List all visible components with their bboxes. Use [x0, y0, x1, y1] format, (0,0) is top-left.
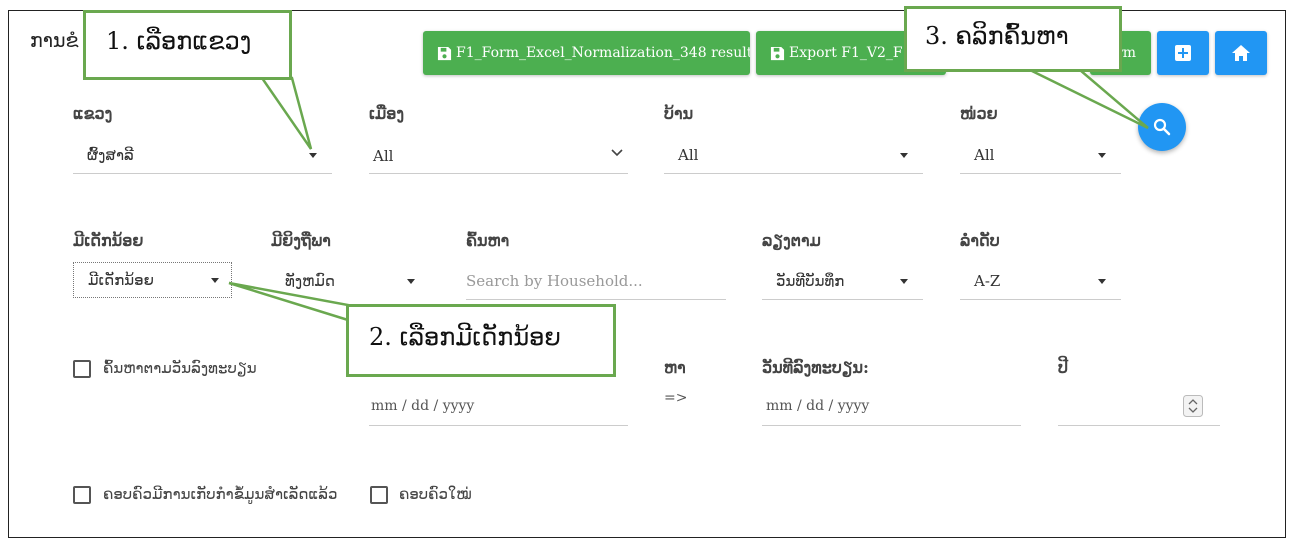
callout-step1: 1. ເລືອກແຂວງ [83, 10, 292, 80]
pointer-step3 [1029, 68, 1149, 130]
pointer-step2 [228, 281, 350, 322]
callout-step2-text: 2. ເລືອກມີເດັກນ້ອຍ [369, 323, 561, 351]
callout-step1-text: 1. ເລືອກແຂວງ [106, 27, 252, 55]
callout-step3-text: 3. ຄລິກຄົ້ນຫາ [925, 22, 1069, 50]
callout-pointers [228, 68, 1149, 322]
pointer-step1 [259, 76, 313, 150]
callout-step3: 3. ຄລິກຄົ້ນຫາ [904, 6, 1122, 72]
callout-step2: 2. ເລືອກມີເດັກນ້ອຍ [346, 304, 616, 377]
